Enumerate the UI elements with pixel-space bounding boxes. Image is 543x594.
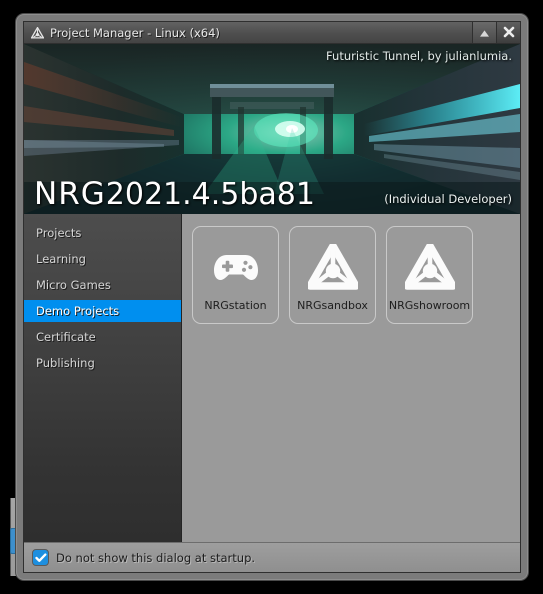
hero-banner: Futuristic Tunnel, by julianlumia. NRG 2… — [24, 44, 520, 214]
close-button[interactable] — [496, 22, 520, 43]
sidebar-item-publishing[interactable]: Publishing — [24, 352, 181, 374]
sidebar-item-label: Projects — [36, 226, 82, 240]
project-tile-nrgstation[interactable]: NRGstation — [192, 226, 279, 324]
brand-lockup: NRG 2021.4.5ba81 — [34, 176, 315, 212]
project-manager-window: Project Manager - Linux (x64) Futuristic… — [16, 14, 528, 580]
sidebar-item-learning[interactable]: Learning — [24, 248, 181, 270]
dialog-footer: Do not show this dialog at startup. — [24, 542, 520, 572]
sidebar-item-demo-projects[interactable]: Demo Projects — [24, 300, 181, 322]
main-row: Projects Learning Micro Games Demo Proje… — [24, 214, 520, 542]
nrg-logo-icon — [404, 239, 455, 295]
desktop-background: Project Manager - Linux (x64) Futuristic… — [0, 0, 543, 594]
project-tile-label: NRGshowroom — [388, 298, 471, 312]
sidebar-item-micro-games[interactable]: Micro Games — [24, 274, 181, 296]
startup-dialog-checkbox[interactable] — [32, 549, 49, 566]
sidebar-item-label: Micro Games — [36, 278, 111, 292]
triangle-up-icon — [479, 23, 490, 42]
close-icon — [503, 23, 515, 42]
startup-dialog-checkbox-label: Do not show this dialog at startup. — [56, 550, 256, 565]
project-tile-grid: NRGstation NRGsandbox NRGshowroom — [182, 214, 520, 542]
sidebar-item-projects[interactable]: Projects — [24, 222, 181, 244]
sidebar-item-label: Learning — [36, 252, 86, 266]
banner-credit: Futuristic Tunnel, by julianlumia. — [326, 49, 512, 63]
window-titlebar[interactable]: Project Manager - Linux (x64) — [23, 21, 521, 43]
project-tile-nrgshowroom[interactable]: NRGshowroom — [386, 226, 473, 324]
window-title: Project Manager - Linux (x64) — [50, 25, 220, 40]
gamepad-icon — [212, 239, 260, 295]
brand-name: NRG — [34, 176, 106, 212]
sidebar-item-label: Publishing — [36, 356, 95, 370]
minimize-button[interactable] — [472, 22, 496, 43]
license-label: (Individual Developer) — [384, 192, 512, 206]
sidebar-item-label: Certificate — [36, 330, 96, 344]
checkmark-icon — [34, 548, 47, 567]
project-tile-label: NRGsandbox — [297, 298, 368, 312]
version-label: 2021.4.5ba81 — [105, 177, 315, 212]
window-controls — [472, 22, 520, 43]
sidebar-item-certificate[interactable]: Certificate — [24, 326, 181, 348]
project-tile-nrgsandbox[interactable]: NRGsandbox — [289, 226, 376, 324]
window-body: Futuristic Tunnel, by julianlumia. NRG 2… — [23, 43, 521, 573]
nrg-logo-icon — [307, 239, 358, 295]
sidebar-nav: Projects Learning Micro Games Demo Proje… — [24, 214, 182, 542]
sidebar-item-label: Demo Projects — [36, 304, 120, 318]
project-tile-label: NRGstation — [204, 298, 267, 312]
nrg-logo-icon — [28, 26, 46, 39]
